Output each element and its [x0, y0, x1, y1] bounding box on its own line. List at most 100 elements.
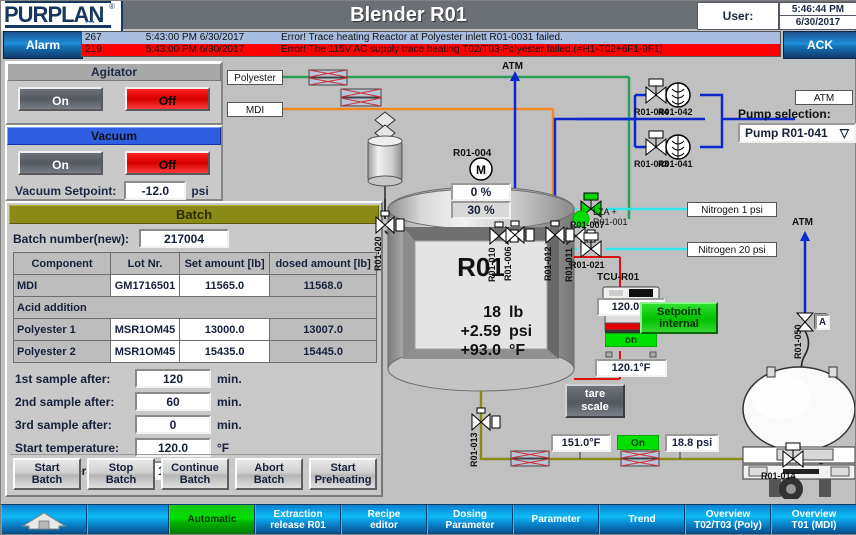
pump-selection-value: Pump R01-041	[745, 126, 828, 140]
nav-label-line1: Overview	[705, 508, 751, 520]
agitator-controls: On Off	[7, 81, 221, 111]
alarm-timestamp: 5:43:00 PM 6/30/2017	[145, 32, 245, 43]
nav-label-line2: T02/T03 (Poly)	[694, 519, 762, 531]
vacuum-setpoint-row: Vacuum Setpoint: -12.0 psi	[7, 175, 221, 200]
cell-lot[interactable]: MSR1OM45	[110, 340, 180, 363]
pump-tag-r01-041: R01-041	[658, 159, 693, 169]
alarm-row[interactable]: 219 5:43:00 PM 6/30/2017 Error! The 115V…	[82, 44, 780, 56]
valve-tag-r01-013: R01-013	[469, 432, 479, 467]
company-logo: PURPLAN ® ▪▪▪	[1, 1, 123, 31]
nav-label-line1: Extraction	[273, 508, 323, 520]
vacuum-setpoint-label: Vacuum Setpoint:	[15, 183, 117, 198]
setpoint-mode-button[interactable]: Setpoint internal	[640, 302, 718, 334]
destination-flag-nitrogen-1psi: Nitrogen 1 psi	[687, 202, 777, 217]
outlet-pressure-value: 18.8 psi	[665, 434, 719, 452]
hmi-screen: PURPLAN ® ▪▪▪ Blender R01 User: 5:46:44 …	[0, 0, 856, 535]
nav-label-line2: T01 (MDI)	[791, 519, 837, 531]
start-batch-button[interactable]: Start Batch	[13, 457, 81, 490]
source-flag-polyester: Polyester	[227, 70, 283, 85]
param-label: 1st sample after:	[15, 371, 111, 386]
nav-label-line1: Overview	[791, 508, 837, 520]
nav-parameter-button[interactable]: Parameter	[513, 505, 599, 534]
alarm-timestamp: 5:43:00 PM 6/30/2017	[145, 44, 245, 55]
valve-tag-r01-050: R01-050	[793, 324, 803, 359]
vacuum-setpoint-input[interactable]: -12.0	[124, 181, 187, 200]
alarm-row[interactable]: 267 5:43:00 PM 6/30/2017 Error! Trace he…	[82, 32, 780, 44]
cell-lot[interactable]: MSR1OM45	[110, 318, 180, 341]
btn-line2: Batch	[31, 473, 63, 486]
btn-line2: Batch	[105, 473, 137, 486]
setpoint-mode-line1: Setpoint	[657, 306, 701, 318]
agitator-title: Agitator	[7, 63, 221, 81]
batch-number-input[interactable]: 217004	[139, 229, 230, 248]
logo-registered-mark: ®	[109, 2, 115, 11]
nav-blank[interactable]	[87, 505, 169, 534]
nav-extraction-release-button[interactable]: Extraction release R01	[255, 505, 341, 534]
level-switch-label-line1: LZA +	[593, 207, 617, 217]
nav-label: Parameter	[531, 514, 581, 525]
valve-tag-r01-014: R01-014	[761, 471, 796, 481]
first-sample-input[interactable]: 120	[135, 369, 211, 388]
agitator-speed-actual: 0 %	[451, 183, 511, 201]
alarm-ack-button[interactable]: ACK	[783, 31, 856, 59]
nav-trend-button[interactable]: Trend	[599, 505, 685, 534]
vacuum-setpoint-unit: psi	[191, 183, 209, 198]
nav-overview-t02-t03-button[interactable]: Overview T02/T03 (Poly)	[685, 505, 771, 534]
outlet-temperature-value: 151.0°F	[551, 434, 611, 452]
agitator-speed-setpoint[interactable]: 30 %	[451, 201, 511, 219]
outlet-status-indicator: On	[617, 435, 659, 450]
pump-selection-label: Pump selection:	[738, 107, 831, 121]
cell-component: MDI	[13, 274, 111, 297]
vacuum-panel: Vacuum On Off Vacuum Setpoint: -12.0 psi	[5, 125, 223, 201]
destination-flag-atm-pump: ATM	[795, 90, 853, 105]
alarm-list[interactable]: 267 5:43:00 PM 6/30/2017 Error! Trace he…	[81, 31, 781, 57]
third-sample-input[interactable]: 0	[135, 415, 211, 434]
cell-component: Polyester 1	[13, 318, 111, 341]
alarm-message: Error! The 115V AC supply trace heating …	[281, 44, 663, 55]
level-switch-label-line2: R01-001	[593, 217, 628, 227]
nav-label-line2: release R01	[270, 519, 326, 531]
reactor-pressure-value: +2.59	[460, 323, 501, 340]
reactor-name: R01	[457, 252, 505, 282]
reactor-pressure-unit: psi	[509, 323, 533, 340]
user-field[interactable]: User:	[697, 2, 779, 30]
btn-line1: Continue	[171, 461, 219, 474]
batch-number-label: Batch number(new):	[13, 231, 130, 246]
column-header-lot: Lot Nr.	[110, 252, 180, 275]
agitator-off-button[interactable]: Off	[125, 87, 210, 111]
tare-scale-button[interactable]: tare scale	[565, 384, 625, 418]
nav-overview-t01-button[interactable]: Overview T01 (MDI)	[771, 505, 856, 534]
continue-batch-button[interactable]: Continue Batch	[161, 457, 229, 490]
alarm-button[interactable]: Alarm	[3, 31, 83, 59]
nav-home-button[interactable]	[1, 505, 87, 534]
agitator-on-button[interactable]: On	[18, 87, 103, 111]
svg-text:M: M	[476, 163, 486, 177]
vacuum-off-button[interactable]: Off	[125, 151, 210, 175]
home-icon	[21, 511, 67, 529]
agitator-panel: Agitator On Off	[5, 61, 223, 125]
nav-automatic-button[interactable]: Automatic	[169, 505, 255, 534]
reactor-weight-value: 18	[483, 304, 501, 321]
pump-tag-r01-042: R01-042	[658, 107, 693, 117]
cell-lot[interactable]: GM1716501	[110, 274, 180, 297]
atm-label-vent: ATM	[502, 61, 523, 72]
atm-label-right: ATM	[792, 217, 813, 228]
reactor-temperature-unit: °F	[509, 342, 526, 359]
btn-line1: Start	[34, 461, 60, 474]
alarm-id: 219	[85, 44, 102, 55]
stop-batch-button[interactable]: Stop Batch	[87, 457, 155, 490]
bottom-nav-bar: Automatic Extraction release R01 Recipe …	[1, 504, 856, 534]
alarm-id: 267	[85, 32, 102, 43]
nav-label-line1: Recipe	[367, 508, 401, 520]
source-flag-mdi: MDI	[227, 102, 283, 117]
vacuum-on-button[interactable]: On	[18, 151, 103, 175]
reactor-weight-unit: lb	[509, 304, 524, 321]
clock-date: 6/30/2017	[779, 15, 856, 30]
nav-dosing-parameter-button[interactable]: Dosing Parameter	[427, 505, 513, 534]
second-sample-input[interactable]: 60	[135, 392, 211, 411]
param-label: 3rd sample after:	[15, 417, 112, 432]
pump-selection-dropdown[interactable]: Pump R01-041 ▽	[738, 123, 856, 143]
nav-recipe-editor-button[interactable]: Recipe editor	[341, 505, 427, 534]
nav-label-line1: Dosing	[453, 508, 487, 520]
vacuum-controls: On Off	[7, 145, 221, 175]
